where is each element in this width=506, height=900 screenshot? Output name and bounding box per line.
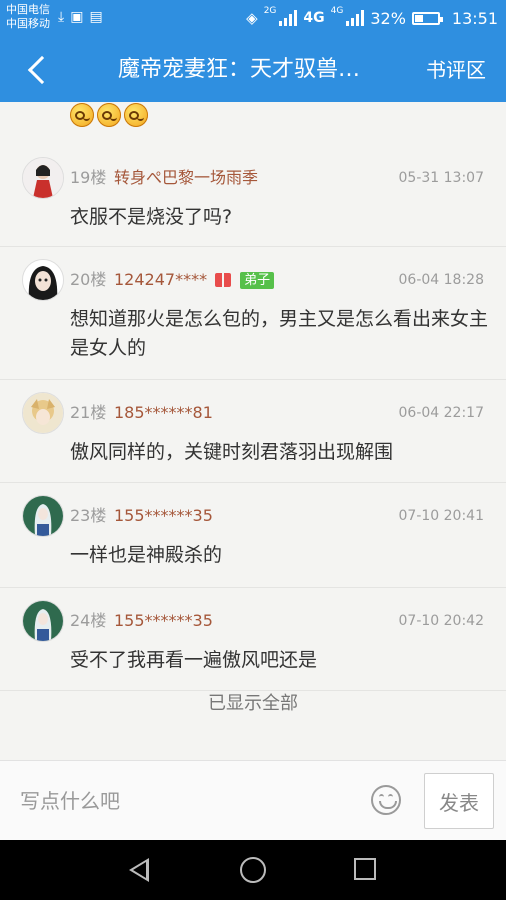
username-text: 185******81 (114, 403, 213, 422)
username-text: 124247**** (114, 270, 208, 289)
comment-item[interactable]: 19楼 转身ぺ巴黎一场雨季 05-31 13:07 衣服不是烧没了吗? (0, 145, 506, 247)
emoji-row (70, 103, 148, 127)
floor-number: 24楼 (70, 611, 107, 630)
notification-icons: ⤓▣▤ (58, 9, 109, 25)
avatar[interactable] (22, 600, 64, 642)
smiley-mouth (379, 801, 397, 809)
comment-item[interactable]: 20楼 124247**** 弟子 06-04 18:28 想知道那火是怎么包的… (0, 247, 506, 380)
carrier-labels: 中国电信 中国移动 (6, 3, 50, 31)
username-text: 155******35 (114, 506, 213, 525)
vibrate-icon: ◈ (246, 9, 258, 27)
comment-item[interactable]: 24楼 155******35 07-10 20:42 受不了我再看一遍傲风吧还… (0, 588, 506, 691)
all-shown-note: 已显示全部 (208, 693, 298, 714)
username[interactable]: 155******35 (114, 506, 213, 526)
comment-text: 想知道那火是怎么包的，男主又是怎么看出来女主是女人的 (70, 308, 489, 359)
network-type-3: 4G (330, 6, 344, 16)
image-icon: ▣ (70, 9, 90, 25)
square-recent-icon[interactable] (354, 858, 376, 880)
back-button[interactable] (20, 53, 57, 87)
comment-text: 一样也是神殿杀的 (70, 544, 223, 566)
app-bar: 魔帝宠妻狂：天才驭兽… 书评区 (0, 36, 506, 102)
comment-input[interactable] (0, 761, 360, 841)
username-text: 155******35 (114, 611, 213, 630)
floor-number: 21楼 (70, 403, 107, 422)
circle-home-icon[interactable] (240, 857, 266, 883)
system-nav-bar (0, 840, 506, 900)
avatar[interactable] (22, 259, 64, 301)
avatar[interactable] (22, 157, 64, 199)
username[interactable]: 转身ぺ巴黎一场雨季 (114, 168, 258, 188)
carrier-1: 中国电信 (6, 3, 50, 16)
comment-time: 07-10 20:41 (398, 508, 484, 524)
clock: 13:51 (451, 8, 498, 28)
avatar[interactable] (22, 495, 64, 537)
book-icon (215, 272, 232, 288)
username-text: 转身ぺ巴黎一场雨季 (114, 168, 259, 187)
dizzy-emoji-icon (70, 103, 94, 127)
smiley-eye (388, 794, 393, 800)
status-bar: 中国电信 中国移动 ⤓▣▤ ◈ 2G 4G 4G 32% 13:51 (0, 0, 506, 36)
review-area-link[interactable]: 书评区 (426, 56, 486, 84)
keyboard-icon: ▤ (89, 9, 109, 25)
battery-icon (411, 11, 443, 25)
signal-icon (279, 10, 298, 26)
network-type-2: 4G (303, 10, 325, 26)
chevron-left-icon (27, 55, 57, 85)
comment-time: 07-10 20:42 (398, 613, 484, 629)
floor-number: 20楼 (70, 270, 107, 289)
triangle-back-icon[interactable] (129, 858, 149, 882)
comment-text: 受不了我再看一遍傲风吧还是 (70, 649, 318, 671)
username[interactable]: 185******81 (114, 403, 213, 423)
comment-list[interactable]: 19楼 转身ぺ巴黎一场雨季 05-31 13:07 衣服不是烧没了吗? 20楼 … (0, 102, 506, 760)
download-icon: ⤓ (58, 9, 71, 25)
network-type-1: 2G (263, 6, 277, 16)
username[interactable]: 124247**** 弟子 (114, 270, 275, 290)
dizzy-emoji-icon (124, 103, 148, 127)
page-title: 魔帝宠妻狂：天才驭兽… (118, 57, 361, 82)
comment-composer: 发表 (0, 760, 506, 841)
publish-button[interactable]: 发表 (424, 773, 494, 829)
battery-percent: 32% (370, 8, 406, 28)
comment-item[interactable]: 23楼 155******35 07-10 20:41 一样也是神殿杀的 (0, 483, 506, 588)
comment-time: 06-04 18:28 (398, 272, 484, 288)
rank-badge: 弟子 (240, 271, 275, 289)
signal-icon-2 (346, 10, 365, 26)
smiley-icon[interactable] (371, 785, 401, 815)
comment-time: 05-31 13:07 (398, 170, 484, 186)
system-status: ◈ 2G 4G 4G 32% 13:51 (246, 6, 498, 30)
username[interactable]: 155******35 (114, 611, 213, 631)
comment-text: 傲风同样的，关键时刻君落羽出现解围 (70, 441, 394, 463)
comment-time: 06-04 22:17 (398, 405, 484, 421)
avatar[interactable] (22, 392, 64, 434)
dizzy-emoji-icon (97, 103, 121, 127)
comment-item[interactable]: 21楼 185******81 06-04 22:17 傲风同样的，关键时刻君落… (0, 380, 506, 483)
battery-level (414, 14, 423, 22)
carrier-2: 中国移动 (6, 17, 50, 30)
comment-text: 衣服不是烧没了吗? (70, 206, 233, 228)
floor-number: 23楼 (70, 506, 107, 525)
floor-number: 19楼 (70, 168, 107, 187)
